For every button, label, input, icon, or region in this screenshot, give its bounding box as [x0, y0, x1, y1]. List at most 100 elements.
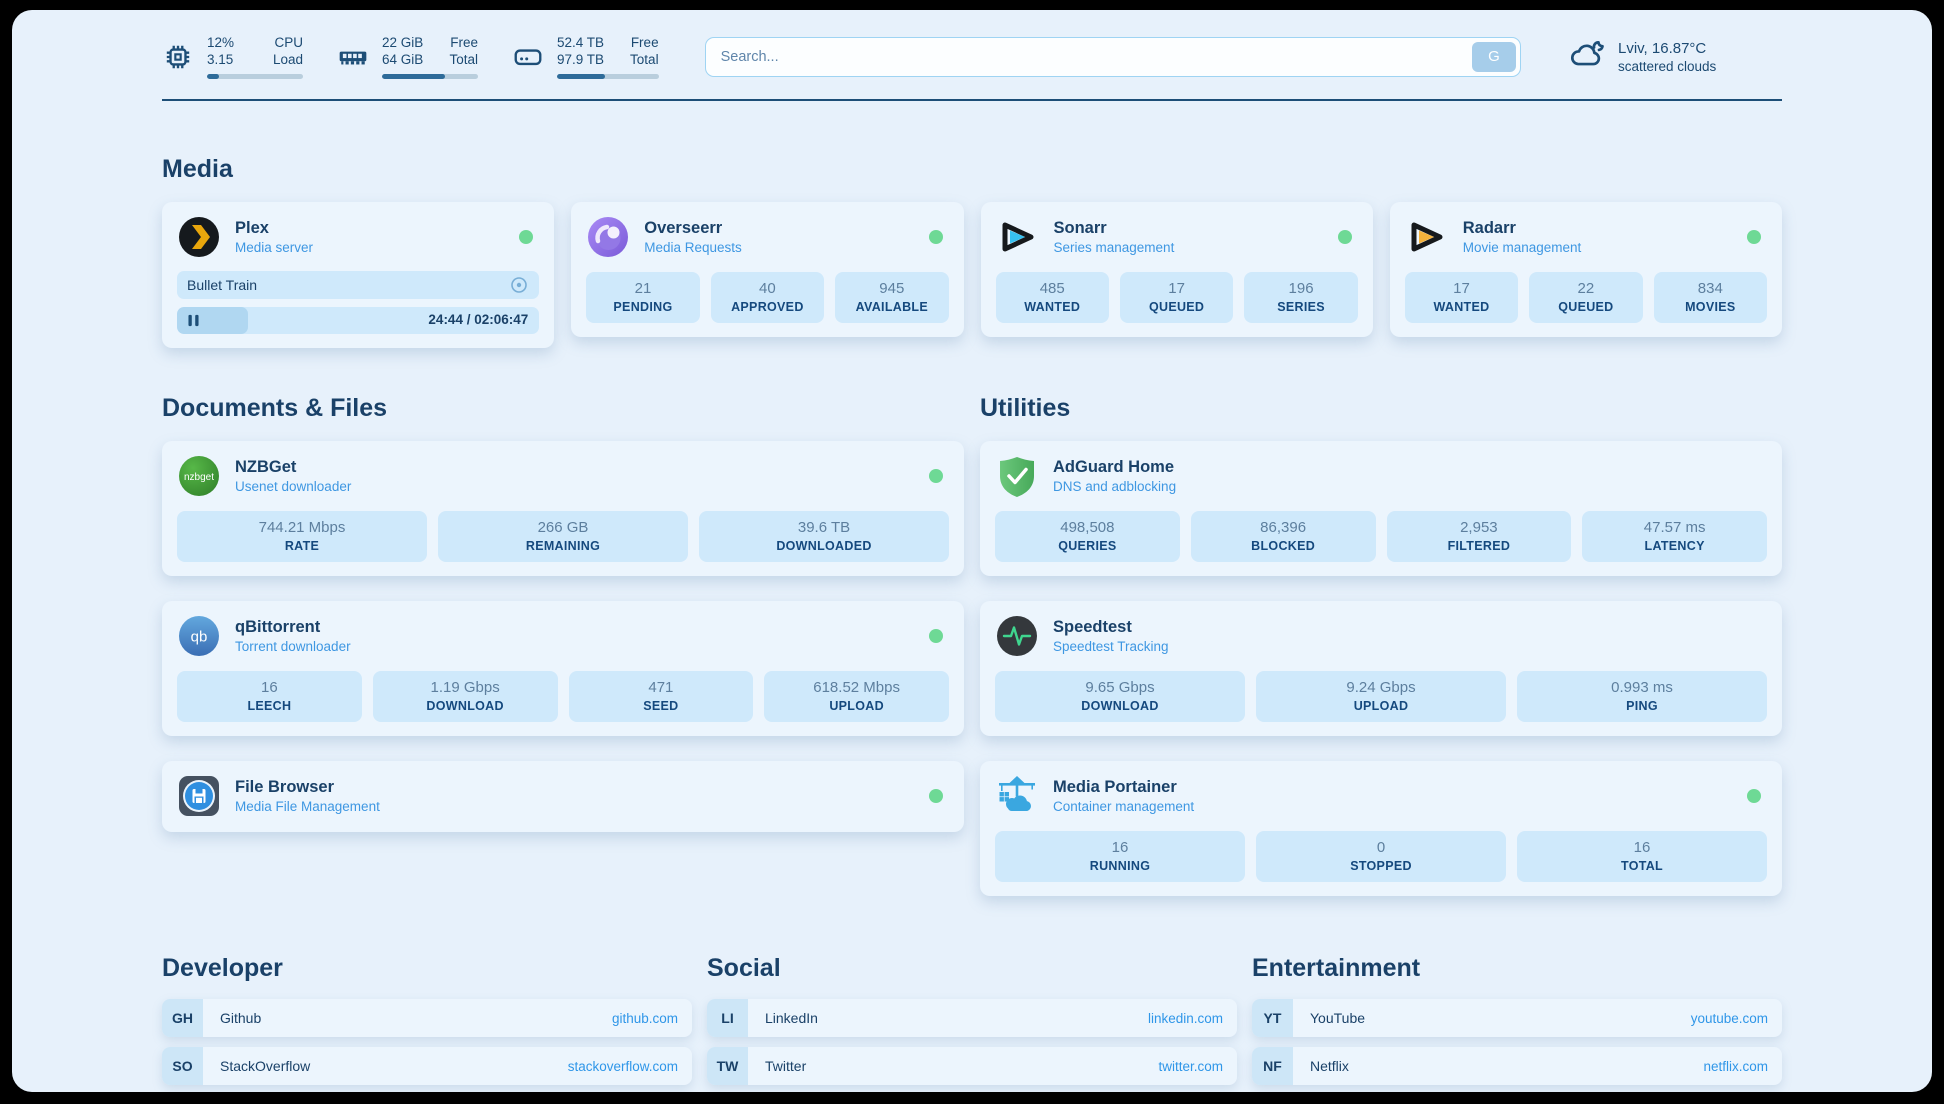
app-subtitle: Torrent downloader — [235, 639, 351, 654]
dashboard-panel: 12%3.15CPULoad22 GiB64 GiBFreeTotal52.4 … — [12, 10, 1932, 1092]
app-card-media-portainer[interactable]: Media PortainerContainer management16RUN… — [980, 761, 1782, 896]
stat-pill: 16 TOTAL — [1517, 831, 1767, 882]
stat-pill: 39.6 TB DOWNLOADED — [699, 511, 949, 562]
app-card-header: AdGuard HomeDNS and adblocking — [995, 454, 1767, 498]
app-card-speedtest[interactable]: SpeedtestSpeedtest Tracking 9.65 Gbps DOWN… — [980, 601, 1782, 736]
section-title-documents: Documents & Files — [162, 394, 964, 423]
stat-value: 9.65 Gbps — [999, 679, 1241, 696]
weather-condition: scattered clouds — [1618, 59, 1716, 74]
stat-pill: 1.19 GbpsDOWNLOAD — [373, 671, 558, 722]
stat-value: 86,396 — [1195, 519, 1372, 536]
link-row-netflix[interactable]: NFNetflixnetflix.com — [1252, 1047, 1782, 1085]
stat-label-top: Free — [449, 34, 478, 51]
stat-value: 40 — [715, 280, 820, 297]
stat-label: AVAILABLE — [839, 300, 944, 314]
app-card-qbittorrent[interactable]: qbqBittorrentTorrent downloader16LEECH1.… — [162, 601, 964, 736]
link-url: linkedin.com — [1148, 1011, 1223, 1026]
stat-label: TOTAL — [1521, 859, 1763, 873]
stat-label: DOWNLOAD — [999, 699, 1241, 713]
stat-value: 834 — [1658, 280, 1763, 297]
link-label: StackOverflow — [220, 1058, 310, 1074]
stat-pill: 9.65 Gbps DOWNLOAD — [995, 671, 1245, 722]
app-subtitle: Series management — [1054, 240, 1175, 255]
stat-value: 16 — [1521, 839, 1763, 856]
app-title: Overseerr — [644, 219, 742, 238]
stat-value: 39.6 TB — [703, 519, 945, 536]
link-row-linkedin[interactable]: LILinkedInlinkedin.com — [707, 999, 1237, 1037]
stat-pill: 744.21 Mbps RATE — [177, 511, 427, 562]
section-utilities: Utilities AdGuard HomeDNS and adblocking… — [980, 394, 1782, 896]
system-stats: 12%3.15CPULoad22 GiB64 GiBFreeTotal52.4 … — [162, 34, 659, 79]
app-title: AdGuard Home — [1053, 458, 1176, 477]
stat-label: BLOCKED — [1195, 539, 1372, 553]
stat-label: SEED — [573, 699, 750, 713]
app-card-radarr[interactable]: RadarrMovie management17WANTED22QUEUED83… — [1390, 202, 1782, 337]
stat-label: REMAINING — [442, 539, 684, 553]
stat-label: FILTERED — [1391, 539, 1568, 553]
app-title: Plex — [235, 219, 313, 238]
stat-value: 744.21 Mbps — [181, 519, 423, 536]
stat-label: DOWNLOADED — [703, 539, 945, 553]
stat-pill: 0.993 msPING — [1517, 671, 1767, 722]
stat-pill: 498,508QUERIES — [995, 511, 1180, 562]
status-dot — [1338, 230, 1352, 244]
stat-progress-fill — [382, 74, 445, 79]
disc-icon[interactable] — [509, 275, 529, 295]
link-row-github[interactable]: GHGithubgithub.com — [162, 999, 692, 1037]
app-card-overseerr[interactable]: OverseerrMedia Requests21PENDING40APPROV… — [571, 202, 963, 337]
portainer-icon — [995, 774, 1039, 818]
stat-value-top: 12% — [207, 34, 234, 51]
link-url: stackoverflow.com — [568, 1059, 678, 1074]
app-card-sonarr[interactable]: SonarrSeries management485WANTED17QUEUED… — [981, 202, 1373, 337]
stat-label: WANTED — [1409, 300, 1514, 314]
stat-label: RATE — [181, 539, 423, 553]
link-abbr-badge: NF — [1252, 1047, 1293, 1085]
link-row-twitter[interactable]: TWTwittertwitter.com — [707, 1047, 1237, 1085]
link-abbr-badge: YT — [1252, 999, 1293, 1037]
stat-pills: 16LEECH1.19 GbpsDOWNLOAD471SEED618.52 Mb… — [177, 671, 949, 722]
link-label: LinkedIn — [765, 1010, 818, 1026]
status-dot — [929, 629, 943, 643]
section-title-entertainment: Entertainment — [1252, 954, 1782, 983]
status-dot — [929, 789, 943, 803]
stat-value-bottom: 64 GiB — [382, 51, 423, 68]
stat-pills: 9.65 Gbps DOWNLOAD 9.24 GbpsUPLOAD0.993 ms… — [995, 671, 1767, 722]
link-url: github.com — [612, 1011, 678, 1026]
stat-pills: 17WANTED22QUEUED834MOVIES — [1405, 272, 1767, 323]
app-subtitle: Usenet downloader — [235, 479, 351, 494]
app-subtitle: Container management — [1053, 799, 1194, 814]
pause-icon — [186, 313, 201, 333]
app-card-adguard-home[interactable]: AdGuard HomeDNS and adblocking 498,508QUE… — [980, 441, 1782, 576]
app-card-plex[interactable]: PlexMedia serverBullet Train24:44 / 02:0… — [162, 202, 554, 348]
stat-label: UPLOAD — [768, 699, 945, 713]
stat-label: DOWNLOAD — [377, 699, 554, 713]
app-card-nzbget[interactable]: nzbgetNZBGetUsenet downloader744.21 Mbps… — [162, 441, 964, 576]
stat-pill: 9.24 GbpsUPLOAD — [1256, 671, 1506, 722]
link-label: YouTube — [1310, 1010, 1365, 1026]
link-row-youtube[interactable]: YTYouTubeyoutube.com — [1252, 999, 1782, 1037]
stat-pill: 16LEECH — [177, 671, 362, 722]
stat-pill: 86,396 BLOCKED — [1191, 511, 1376, 562]
stat-progress-bar — [557, 74, 659, 79]
stat-label-bottom: Total — [630, 51, 659, 68]
stat-pill: 266 GBREMAINING — [438, 511, 688, 562]
playback-progress: 24:44 / 02:06:47 — [177, 307, 539, 334]
search-provider-button[interactable]: G — [1472, 42, 1516, 72]
stat-pill: 618.52 MbpsUPLOAD — [764, 671, 949, 722]
link-abbr-badge: SO — [162, 1047, 203, 1085]
stat-value: 17 — [1124, 280, 1229, 297]
stat-label-bottom: Load — [273, 51, 303, 68]
top-bar: 12%3.15CPULoad22 GiB64 GiBFreeTotal52.4 … — [162, 34, 1782, 79]
link-url: twitter.com — [1158, 1059, 1223, 1074]
stat-pills: 498,508QUERIES86,396BLOCKED2,953FILTERED… — [995, 511, 1767, 562]
search-input[interactable] — [705, 37, 1521, 77]
system-stat-cpu: 12%3.15CPULoad — [162, 34, 303, 79]
now-playing-title: Bullet Train — [187, 277, 257, 293]
weather-widget: Lviv, 16.87°C scattered clouds — [1567, 35, 1782, 78]
app-card-header: SpeedtestSpeedtest Tracking — [995, 614, 1767, 658]
app-card-file-browser[interactable]: File BrowserMedia File Management — [162, 761, 964, 832]
cpu-icon — [162, 41, 194, 73]
stat-value: 196 — [1248, 280, 1353, 297]
stat-value-bottom: 3.15 — [207, 51, 234, 68]
link-row-stackoverflow[interactable]: SO StackOverflow stackoverflow.com — [162, 1047, 692, 1085]
